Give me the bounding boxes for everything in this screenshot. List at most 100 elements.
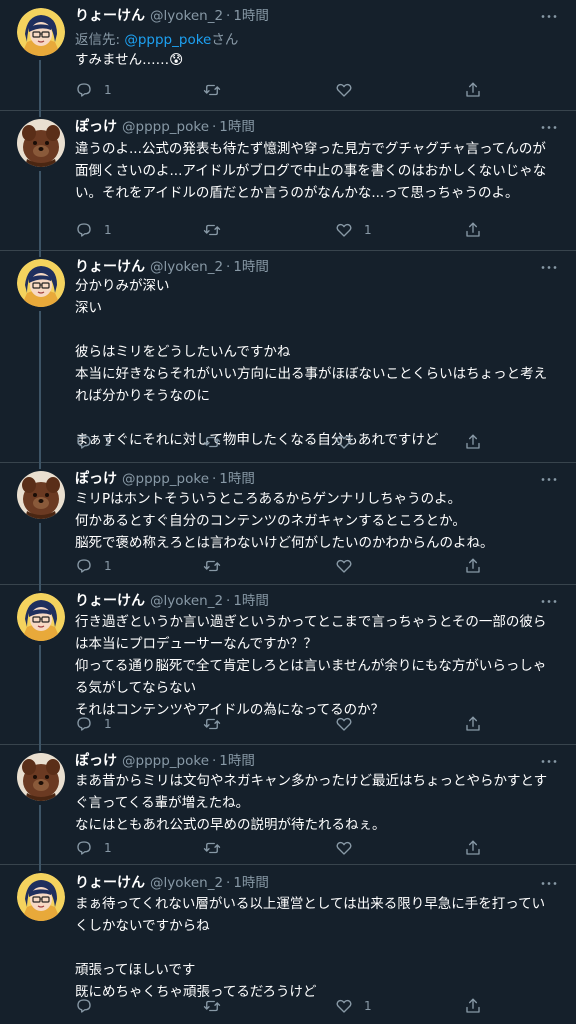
avatar[interactable] — [17, 259, 65, 307]
share-button[interactable] — [464, 220, 482, 240]
retweet-button[interactable] — [203, 556, 232, 576]
tweet-actions: 1 — [75, 714, 495, 734]
reply-count: 1 — [104, 559, 112, 573]
avatar[interactable] — [17, 119, 65, 167]
separator-dot: · — [226, 259, 231, 275]
timestamp[interactable]: 1時間 — [219, 471, 255, 487]
like-button[interactable] — [335, 80, 364, 100]
timestamp[interactable]: 1時間 — [233, 259, 269, 275]
share-upload-icon — [464, 221, 482, 239]
display-name[interactable]: りょーけん — [75, 593, 145, 609]
reply-count: 1 — [104, 717, 112, 731]
display-name[interactable]: ぽっけ — [75, 753, 117, 769]
thread-line — [39, 60, 41, 111]
reply-button[interactable]: 1 — [75, 556, 112, 576]
avatar[interactable] — [17, 8, 65, 56]
like-button[interactable] — [335, 714, 364, 734]
timestamp[interactable]: 1時間 — [233, 593, 269, 609]
avatar[interactable] — [17, 593, 65, 641]
thread-line — [39, 805, 41, 865]
user-handle[interactable]: @lyoken_2 — [150, 8, 223, 24]
share-button[interactable] — [464, 838, 482, 858]
more-icon[interactable] — [540, 5, 558, 28]
separator-dot: · — [226, 593, 231, 609]
reply-button[interactable]: 1 — [75, 80, 112, 100]
timestamp[interactable]: 1時間 — [219, 753, 255, 769]
tweet[interactable]: りょーけん @lyoken_2 · 1時間 分かりみが深い 深い 彼らはミリをどうした… — [0, 251, 576, 463]
separator-dot: · — [226, 8, 231, 24]
tweet-text: ミリPはホントそういうところあるからゲンナリしちゃうのよ。 何かあるとすぐ自分の… — [75, 491, 494, 551]
share-button[interactable] — [464, 996, 482, 1016]
retweet-button[interactable] — [203, 432, 232, 452]
share-upload-icon — [464, 997, 482, 1015]
thread-line — [39, 111, 41, 117]
tweet[interactable]: ぽっけ @pppp_poke · 1時間 ミリPはホントそういうところあるからゲンナリ… — [0, 463, 576, 585]
timestamp[interactable]: 1時間 — [233, 875, 269, 891]
tweet[interactable]: りょーけん @lyoken_2 · 1時間 まぁ待ってくれない層がいる以上運営としては… — [0, 865, 576, 1024]
thread-line — [39, 463, 41, 469]
share-button[interactable] — [464, 432, 482, 452]
avatar[interactable] — [17, 873, 65, 921]
tweet[interactable]: りょーけん @lyoken_2 · 1時間 行き過ぎというか言い過ぎというかってとこま… — [0, 585, 576, 745]
share-upload-icon — [464, 715, 482, 733]
retweet-arrows-icon — [203, 839, 221, 857]
share-button[interactable] — [464, 556, 482, 576]
tweet-actions: 1 — [75, 556, 495, 576]
separator-dot: · — [212, 753, 217, 769]
display-name[interactable]: りょーけん — [75, 259, 145, 275]
like-button[interactable] — [335, 556, 364, 576]
heart-icon — [335, 997, 353, 1015]
display-name[interactable]: りょーけん — [75, 875, 145, 891]
mention-link[interactable]: @pppp_poke — [124, 32, 211, 48]
retweet-button[interactable] — [203, 80, 232, 100]
like-button[interactable]: 1 — [335, 220, 372, 240]
display-name[interactable]: ぽっけ — [75, 471, 117, 487]
tweet-actions: 1 — [75, 996, 495, 1016]
tweet-text: まぁ待ってくれない層がいる以上運営としては出来る限り早急に手を打っていくしかない… — [75, 896, 546, 1000]
like-button[interactable] — [335, 838, 364, 858]
more-icon[interactable] — [540, 872, 558, 895]
retweet-button[interactable] — [203, 838, 232, 858]
reply-button[interactable]: 1 — [75, 432, 112, 452]
timestamp[interactable]: 1時間 — [219, 119, 255, 135]
user-handle[interactable]: @lyoken_2 — [150, 259, 223, 275]
tweet-actions: 1 — [75, 432, 495, 452]
share-button[interactable] — [464, 714, 482, 734]
reply-count: 1 — [104, 435, 112, 449]
user-handle[interactable]: @pppp_poke — [122, 471, 209, 487]
reply-count: 1 — [104, 83, 112, 97]
like-button[interactable] — [335, 432, 364, 452]
thread-line — [39, 865, 41, 871]
replying-prefix: 返信先: — [75, 32, 125, 48]
tweet[interactable]: ぽっけ @pppp_poke · 1時間 違うのよ...公式の発表も待たず憶測や穿った… — [0, 111, 576, 251]
share-upload-icon — [464, 433, 482, 451]
tweet[interactable]: ぽっけ @pppp_poke · 1時間 まあ昔からミリは文句やネガキャン多かったけど… — [0, 745, 576, 865]
tweet-text: 行き過ぎというか言い過ぎというかってとこまで言っちゃうとその一部の彼らは本当にプ… — [75, 614, 547, 718]
reply-button[interactable]: 1 — [75, 838, 112, 858]
reply-button[interactable]: 1 — [75, 714, 112, 734]
reply-count: 1 — [104, 223, 112, 237]
reply-count: 1 — [104, 841, 112, 855]
retweet-button[interactable] — [203, 220, 232, 240]
like-button[interactable]: 1 — [335, 996, 372, 1016]
tweet[interactable]: りょーけん @lyoken_2 · 1時間 返信先: @pppp_pokeさん すみま… — [0, 0, 576, 111]
timestamp[interactable]: 1時間 — [233, 8, 269, 24]
share-button[interactable] — [464, 80, 482, 100]
retweet-button[interactable] — [203, 996, 232, 1016]
user-handle[interactable]: @lyoken_2 — [150, 593, 223, 609]
user-handle[interactable]: @pppp_poke — [122, 119, 209, 135]
display-name[interactable]: ぽっけ — [75, 119, 117, 135]
heart-icon — [335, 715, 353, 733]
share-upload-icon — [464, 557, 482, 575]
reply-button[interactable] — [75, 996, 104, 1016]
display-name[interactable]: りょーけん — [75, 8, 145, 24]
avatar[interactable] — [17, 753, 65, 801]
avatar[interactable] — [17, 471, 65, 519]
retweet-button[interactable] — [203, 714, 232, 734]
more-icon[interactable] — [540, 116, 558, 139]
user-handle[interactable]: @pppp_poke — [122, 753, 209, 769]
user-handle[interactable]: @lyoken_2 — [150, 875, 223, 891]
more-icon[interactable] — [540, 590, 558, 613]
reply-button[interactable]: 1 — [75, 220, 112, 240]
heart-icon — [335, 433, 353, 451]
